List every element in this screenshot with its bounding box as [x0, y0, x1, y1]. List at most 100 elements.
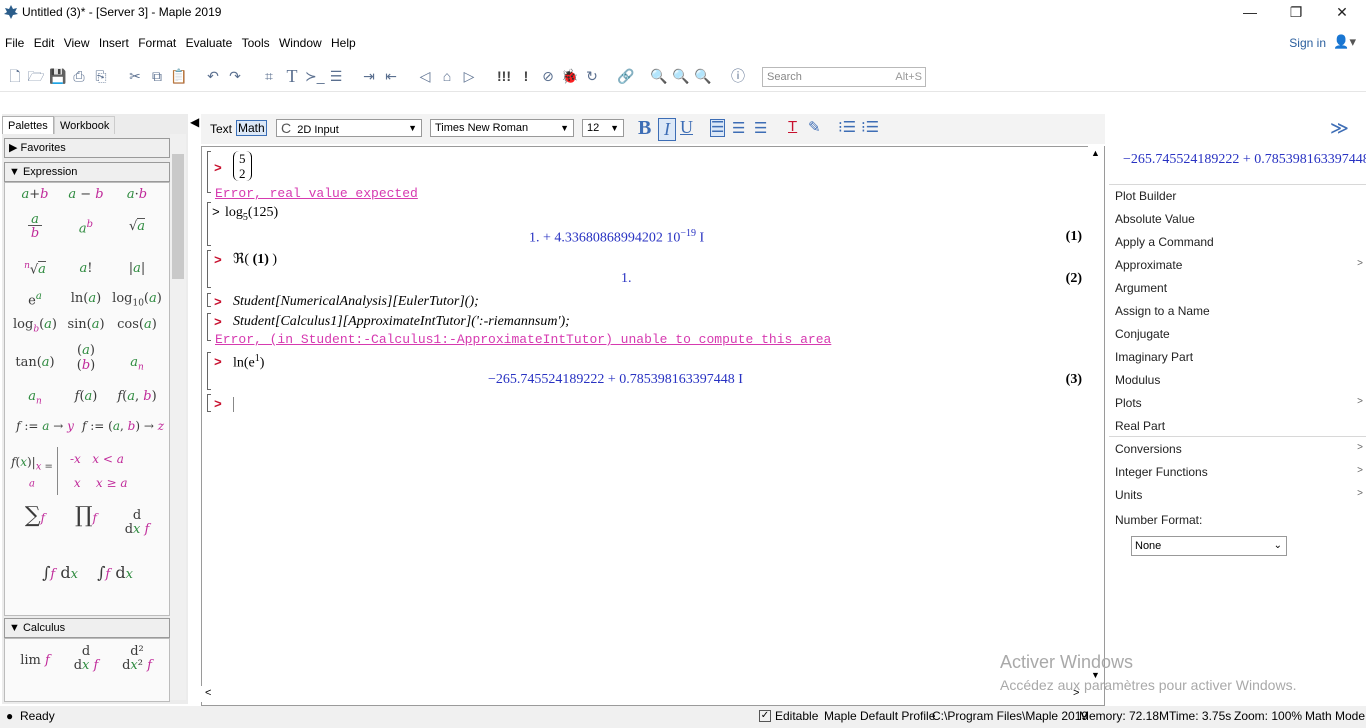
log-input[interactable]: log5(125) [225, 205, 278, 223]
palette-a-times-b[interactable]: a·b [112, 187, 162, 202]
editable-checkbox[interactable]: ✓ [759, 710, 771, 722]
insert-prompt-icon[interactable]: ≻_ [305, 66, 325, 86]
palette-piecewise[interactable]: -x x < a x x ≥ a [57, 447, 167, 495]
palette-sqrt[interactable]: √a [112, 218, 162, 234]
palette-derivative-calc[interactable]: d dx f [61, 645, 111, 673]
expand-context-panel-icon[interactable]: ≫ [1330, 118, 1349, 139]
palette-binomial[interactable]: (a) (b) [61, 343, 111, 373]
zoom-in-icon[interactable]: 🔍 [650, 66, 668, 86]
ln-input[interactable]: ln(e1) [233, 353, 264, 372]
insert-text-icon[interactable]: T [283, 66, 301, 86]
palette-indefinite-integral[interactable]: ∫f dx [35, 563, 85, 582]
palette-ln[interactable]: ln(a) [61, 291, 111, 306]
palette-product[interactable]: ∏f [61, 503, 111, 528]
sign-in-link[interactable]: Sign in [1289, 36, 1326, 50]
save-icon[interactable]: 💾 [49, 66, 67, 86]
insert-math-icon[interactable]: ⌗ [260, 66, 278, 86]
back-icon[interactable]: ◁ [416, 66, 434, 86]
menu-evaluate[interactable]: Evaluate [183, 33, 236, 53]
minimize-button[interactable]: — [1227, 0, 1273, 26]
palette-nth-root[interactable]: n√a [10, 261, 60, 278]
palette-log10[interactable]: log10(a) [112, 291, 162, 309]
palette-limit[interactable]: lim f [10, 653, 60, 668]
link-icon[interactable]: 🔗 [617, 66, 635, 86]
palette-a-plus-b[interactable]: a+b [10, 187, 60, 202]
scroll-left-icon[interactable]: < [205, 687, 211, 699]
context-conjugate[interactable]: Conjugate [1115, 327, 1365, 341]
outdent-icon[interactable]: ⇤ [382, 66, 400, 86]
context-integer-functions[interactable]: Integer Functions > [1115, 465, 1365, 479]
open-icon[interactable]: 🗁 [27, 66, 45, 86]
palette-a-minus-b[interactable]: a − b [61, 187, 111, 202]
execute-all-icon[interactable]: !!! [495, 66, 513, 86]
equation-label-3[interactable]: (3) [1066, 372, 1082, 388]
print-icon[interactable]: ⎙ [70, 66, 88, 86]
paste-icon[interactable]: 📋 [170, 66, 188, 86]
palette-section-calculus[interactable]: ▼ Calculus [4, 618, 170, 638]
equation-label-2[interactable]: (2) [1066, 271, 1082, 287]
palette-function-2[interactable]: f(a, b) [112, 389, 162, 404]
equation-label-1[interactable]: (1) [1066, 229, 1082, 245]
zoom-fit-icon[interactable]: 🔍 [694, 66, 712, 86]
restart-icon[interactable]: ↻ [583, 66, 601, 86]
menu-window[interactable]: Window [276, 33, 325, 53]
menu-help[interactable]: Help [328, 33, 359, 53]
context-real-part[interactable]: Real Part [1115, 419, 1365, 433]
context-imaginary-part[interactable]: Imaginary Part [1115, 350, 1365, 364]
menu-edit[interactable]: Edit [31, 33, 58, 53]
context-modulus[interactable]: Modulus [1115, 373, 1365, 387]
context-plot-builder[interactable]: Plot Builder [1115, 189, 1365, 203]
palette-tan[interactable]: tan(a) [10, 355, 60, 370]
context-plots[interactable]: Plots > [1115, 396, 1365, 410]
palette-sin[interactable]: sin(a) [61, 317, 111, 332]
palette-scrollbar-thumb[interactable] [172, 154, 184, 279]
forward-icon[interactable]: ▷ [460, 66, 478, 86]
context-argument[interactable]: Argument [1115, 281, 1365, 295]
align-center-icon[interactable]: ☰ [732, 119, 745, 137]
binomial-input[interactable]: 52 [233, 151, 252, 181]
palette-arrow-function-2[interactable]: f := (a, b) → z [73, 419, 173, 433]
menu-format[interactable]: Format [135, 33, 179, 53]
text-color-icon[interactable]: T [788, 118, 797, 135]
menu-view[interactable]: View [61, 33, 93, 53]
palette-function[interactable]: f(a) [61, 389, 111, 404]
context-absolute-value[interactable]: Absolute Value [1115, 212, 1365, 226]
undo-icon[interactable]: ↶ [204, 66, 222, 86]
context-assign-name[interactable]: Assign to a Name [1115, 304, 1365, 318]
print-preview-icon[interactable]: ⎘ [92, 66, 110, 86]
help-icon[interactable]: ⓘ [729, 66, 747, 86]
zoom-out-icon[interactable]: 🔍 [672, 66, 690, 86]
palette-factorial[interactable]: a! [61, 261, 111, 276]
scroll-up-icon[interactable]: ▲ [1091, 148, 1100, 158]
worksheet[interactable]: > 52 Error, real value expected > log5(1… [201, 146, 1105, 706]
indent-icon[interactable]: ⇥ [360, 66, 378, 86]
debug-icon[interactable]: 🐞 [561, 66, 579, 86]
bullet-list-icon[interactable]: ⁝☰ [838, 118, 856, 136]
number-format-select[interactable]: None ⌄ [1131, 536, 1287, 556]
palette-exp[interactable]: ea [10, 291, 60, 308]
worksheet-horizontal-scrollbar[interactable]: < > [201, 686, 1084, 702]
approximate-int-tutor-input[interactable]: Student[Calculus1][ApproximateIntTutor](… [233, 314, 570, 330]
search-input[interactable]: Search Alt+S [762, 67, 926, 87]
palette-second-derivative[interactable]: d² dx² f [112, 645, 162, 673]
palette-section-expression[interactable]: ▼ Expression [4, 162, 170, 182]
palette-cos[interactable]: cos(a) [112, 317, 162, 332]
palette-sum[interactable]: ∑f [10, 503, 60, 528]
new-document-icon[interactable]: 🗋 [6, 66, 24, 86]
font-select[interactable]: Times New Roman ▼ [430, 119, 574, 137]
palette-fraction[interactable]: ab [10, 213, 60, 241]
palette-subscript[interactable]: an [112, 355, 162, 373]
euler-tutor-input[interactable]: Student[NumericalAnalysis][EulerTutor]()… [233, 294, 479, 310]
highlight-icon[interactable]: ✎ [808, 118, 821, 136]
tab-workbook[interactable]: Workbook [54, 116, 116, 134]
align-left-icon[interactable]: ☰ [710, 119, 726, 137]
palette-section-favorites[interactable]: ▶ Favorites [4, 138, 170, 158]
home-icon[interactable]: ⌂ [438, 66, 456, 86]
menu-file[interactable]: File [2, 33, 27, 53]
text-mode-toggle[interactable]: Text [210, 122, 232, 136]
user-icon[interactable]: 👤▾ [1333, 34, 1356, 50]
font-size-select[interactable]: 12 ▼ [582, 119, 624, 137]
palette-subscript-n[interactable]: an [10, 389, 60, 407]
execute-icon[interactable]: ! [517, 66, 535, 86]
real-part-input[interactable]: ℜ( (1) ) [233, 251, 277, 268]
